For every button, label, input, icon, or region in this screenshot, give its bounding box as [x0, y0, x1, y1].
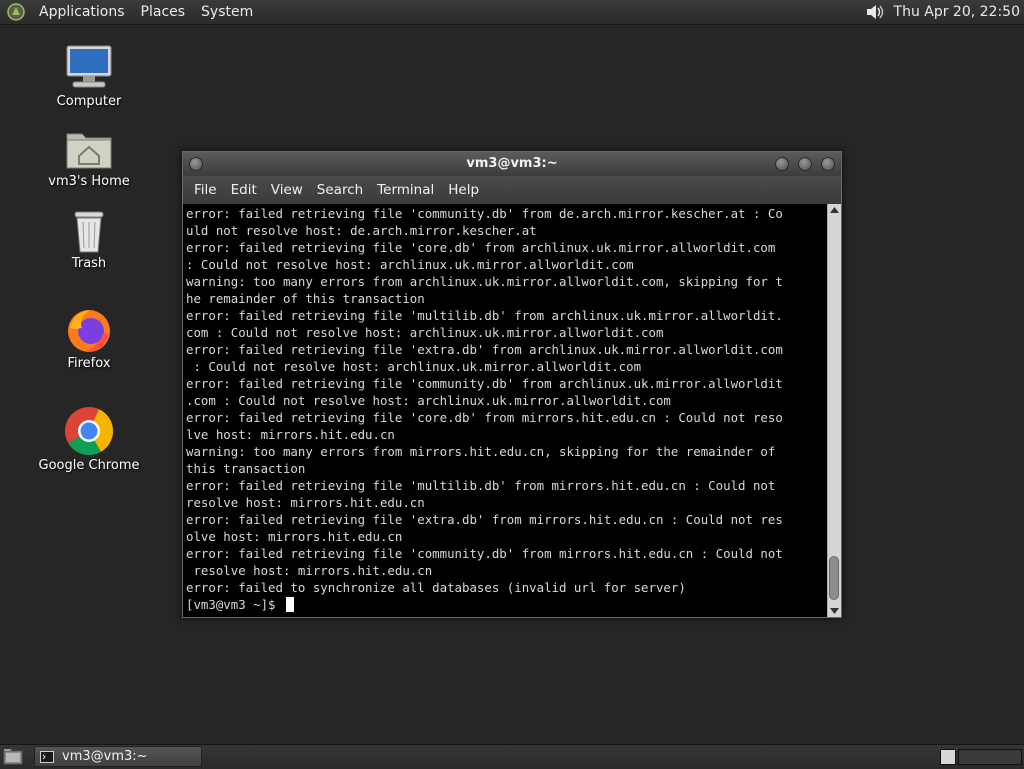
terminal-line: lve host: mirrors.hit.edu.cn: [186, 427, 395, 442]
home-folder-icon: [66, 133, 112, 169]
workspace-switcher[interactable]: [958, 749, 1022, 765]
terminal-line: olve host: mirrors.hit.edu.cn: [186, 529, 403, 544]
terminal-output[interactable]: error: failed retrieving file 'community…: [183, 204, 827, 617]
places-menu[interactable]: Places: [133, 0, 194, 24]
system-menu[interactable]: System: [193, 0, 261, 24]
distro-logo-icon[interactable]: [7, 3, 25, 21]
vertical-scrollbar[interactable]: [827, 204, 841, 617]
menu-edit[interactable]: Edit: [224, 182, 264, 198]
terminal-line: error: failed retrieving file 'core.db' …: [186, 240, 776, 255]
terminal-line: warning: too many errors from archlinux.…: [186, 274, 783, 289]
terminal-line: resolve host: mirrors.hit.edu.cn: [186, 563, 433, 578]
firefox-icon: [68, 310, 110, 352]
terminal-line: uld not resolve host: de.arch.mirror.kes…: [186, 223, 537, 238]
terminal-line: resolve host: mirrors.hit.edu.cn: [186, 495, 425, 510]
terminal-line: error: failed retrieving file 'community…: [186, 206, 783, 221]
terminal-line: error: failed to synchronize all databas…: [186, 580, 686, 595]
terminal-line: error: failed retrieving file 'community…: [186, 376, 783, 391]
terminal-line: he remainder of this transaction: [186, 291, 425, 306]
menu-help[interactable]: Help: [441, 182, 486, 198]
desktop-icon-label: Trash: [71, 256, 107, 271]
text-cursor: [285, 597, 294, 612]
terminal-line: .com : Could not resolve host: archlinux…: [186, 393, 671, 408]
volume-icon[interactable]: [864, 1, 886, 23]
workspace-1[interactable]: [940, 749, 956, 765]
trash-icon: [74, 211, 104, 253]
window-title: vm3@vm3:~: [466, 156, 558, 171]
taskbar-terminal-button[interactable]: vm3@vm3:~: [34, 746, 202, 767]
desktop-icon-label: Computer: [56, 94, 122, 109]
chrome-icon: [65, 407, 113, 456]
terminal-line: warning: too many errors from mirrors.hi…: [186, 444, 776, 459]
computer-icon: [66, 45, 112, 88]
top-panel: Applications Places System Thu Apr 20, 2…: [0, 0, 1024, 25]
terminal-line: error: failed retrieving file 'extra.db'…: [186, 512, 783, 527]
terminal-line: error: failed retrieving file 'community…: [186, 546, 783, 561]
terminal-line: error: failed retrieving file 'extra.db'…: [186, 342, 783, 357]
terminal-line: error: failed retrieving file 'multilib.…: [186, 478, 776, 493]
terminal-line: : Could not resolve host: archlinux.uk.m…: [186, 257, 634, 272]
show-desktop-icon[interactable]: [3, 748, 23, 766]
terminal-line: com : Could not resolve host: archlinux.…: [186, 325, 664, 340]
window-menubar: File Edit View Search Terminal Help: [183, 176, 841, 204]
taskbar-label: vm3@vm3:~: [62, 749, 148, 764]
terminal-line: error: failed retrieving file 'multilib.…: [186, 308, 783, 323]
close-button[interactable]: [821, 157, 835, 171]
scroll-up-arrow-icon[interactable]: [830, 207, 839, 213]
terminal-window: vm3@vm3:~ File Edit View Search Terminal…: [182, 151, 842, 618]
clock[interactable]: Thu Apr 20, 22:50: [894, 4, 1020, 20]
desktop-icon-label: Google Chrome: [38, 458, 140, 473]
window-titlebar[interactable]: vm3@vm3:~: [183, 152, 841, 176]
desktop-icon-chrome[interactable]: Google Chrome: [34, 406, 144, 473]
terminal-line: error: failed retrieving file 'core.db' …: [186, 410, 783, 425]
desktop-icon-label: Firefox: [67, 356, 111, 371]
shell-prompt: [vm3@vm3 ~]$: [186, 597, 283, 612]
menu-search[interactable]: Search: [310, 182, 370, 198]
minimize-button[interactable]: [775, 157, 789, 171]
maximize-button[interactable]: [798, 157, 812, 171]
desktop-icon-firefox[interactable]: Firefox: [34, 306, 144, 371]
desktop-icon-computer[interactable]: Computer: [34, 44, 144, 109]
desktop-icon-trash[interactable]: Trash: [34, 208, 144, 271]
bottom-panel: vm3@vm3:~: [0, 744, 1024, 769]
scrollbar-thumb[interactable]: [829, 556, 839, 600]
terminal-line: : Could not resolve host: archlinux.uk.m…: [186, 359, 642, 374]
scroll-down-arrow-icon[interactable]: [830, 608, 839, 614]
menu-terminal[interactable]: Terminal: [370, 182, 441, 198]
prompt-line[interactable]: [vm3@vm3 ~]$: [186, 596, 827, 613]
terminal-line: this transaction: [186, 461, 306, 476]
terminal-icon: [40, 750, 54, 763]
menu-file[interactable]: File: [187, 182, 224, 198]
desktop-icon-home[interactable]: vm3's Home: [34, 128, 144, 189]
desktop-icon-label: vm3's Home: [48, 174, 130, 189]
applications-menu[interactable]: Applications: [31, 0, 133, 24]
menu-view[interactable]: View: [264, 182, 310, 198]
